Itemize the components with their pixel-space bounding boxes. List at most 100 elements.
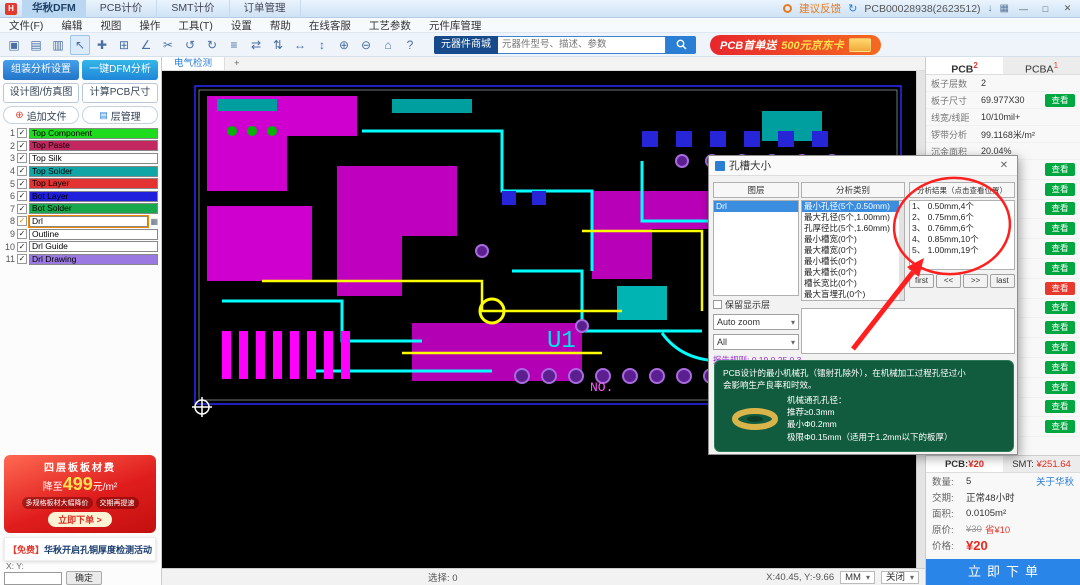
layer-row[interactable]: 6 Bot Layer (3, 190, 158, 203)
layer-visibility-checkbox[interactable] (17, 204, 27, 214)
layer-manage-button[interactable]: ▤层管理 (82, 106, 158, 124)
layer-visibility-checkbox[interactable] (17, 254, 27, 264)
place-order-button[interactable]: 立即下单 (926, 559, 1080, 585)
menu-item[interactable]: 设置 (222, 18, 261, 33)
one-key-dfm-analysis-button[interactable]: 一键DFM分析 (82, 60, 158, 80)
close-button[interactable]: ✕ (1060, 3, 1075, 14)
minimize-button[interactable]: — (1016, 4, 1031, 14)
toolbar-icon[interactable]: ≡ (224, 35, 244, 55)
toolbar-icon[interactable]: ? (400, 35, 420, 55)
activity-notice[interactable]: 【免费】华秋开启孔铜厚度检测活动 (4, 537, 156, 561)
tab-pcb-price[interactable]: PCB:¥20 (926, 456, 1003, 472)
view-button[interactable]: 查看 (1045, 341, 1075, 354)
layer-row[interactable]: 1 Top Component (3, 127, 158, 140)
tab-pcba[interactable]: PCBA1 (1003, 57, 1080, 74)
append-file-button[interactable]: ⊕追加文件 (3, 106, 79, 124)
layer-visibility-checkbox[interactable] (17, 166, 27, 176)
layer-visibility-checkbox[interactable] (17, 153, 27, 163)
menu-item[interactable]: 在线客服 (300, 18, 360, 33)
menu-item[interactable]: 帮助 (261, 18, 300, 33)
toolbar-icon[interactable]: ✂ (158, 35, 178, 55)
snap-dropdown[interactable]: 关闭 (881, 571, 919, 584)
toolbar-icon[interactable]: ⇅ (268, 35, 288, 55)
category-list-item[interactable]: 最小槽宽(0个) (802, 234, 904, 245)
pager-button[interactable]: last (990, 274, 1015, 288)
category-scrollbar[interactable] (899, 201, 904, 300)
design-sim-view-button[interactable]: 设计图/仿真图 (3, 83, 79, 103)
layer-row[interactable]: 9 Outline (3, 228, 158, 241)
download-icon[interactable]: ↓ (988, 3, 993, 14)
titlebar-nav-tab[interactable]: 订单管理 (230, 0, 301, 18)
category-list-item[interactable]: 最大孔径(5个,1.00mm) (802, 212, 904, 223)
tab-smt-price[interactable]: SMT: ¥251.64 (1003, 456, 1080, 472)
toolbar-icon[interactable]: ↻ (202, 35, 222, 55)
result-list-item[interactable]: 2、 0.75mm,6个 (910, 212, 1014, 223)
result-list-item[interactable]: 3、 0.76mm,6个 (910, 223, 1014, 234)
view-button[interactable]: 查看 (1045, 420, 1075, 433)
toolbar-icon[interactable]: ⇄ (246, 35, 266, 55)
menu-item[interactable]: 工具(T) (169, 18, 221, 33)
coordinate-input[interactable] (4, 572, 62, 585)
layer-row[interactable]: 5 Top Layer (3, 177, 158, 190)
assembly-analysis-settings-button[interactable]: 组装分析设置 (3, 60, 79, 80)
menu-item[interactable]: 编辑 (52, 18, 91, 33)
ad-order-now-button[interactable]: 立即下单 > (48, 512, 112, 527)
view-button[interactable]: 查看 (1045, 282, 1075, 295)
dialog-close-button[interactable]: ✕ (997, 160, 1011, 171)
panel-layout-icon[interactable]: ▦ (1000, 3, 1009, 14)
view-button[interactable]: 查看 (1045, 242, 1075, 255)
view-button[interactable]: 查看 (1045, 361, 1075, 374)
menu-item[interactable]: 操作 (130, 18, 169, 33)
tab-pcb[interactable]: PCB2 (926, 57, 1003, 74)
component-search-input[interactable] (498, 36, 666, 54)
layer-row[interactable]: 3 Top Silk (3, 152, 158, 165)
layer-visibility-checkbox[interactable] (17, 216, 27, 226)
menu-item[interactable]: 视图 (91, 18, 130, 33)
pager-button[interactable]: << (936, 274, 961, 288)
category-list-item[interactable]: 最小槽长(0个) (802, 256, 904, 267)
confirm-button[interactable]: 确定 (66, 571, 102, 585)
view-button[interactable]: 查看 (1045, 183, 1075, 196)
toolbar-icon[interactable]: ↖ (70, 35, 90, 55)
result-list-item[interactable]: 4、 0.85mm,10个 (910, 234, 1014, 245)
quantity-value[interactable]: 5 (966, 476, 971, 487)
category-list-item[interactable]: 孔厚径比(5个,1.60mm) (802, 223, 904, 234)
layer-row[interactable]: 4 Top Solder (3, 165, 158, 178)
search-button[interactable] (666, 36, 696, 54)
toolbar-icon[interactable]: ⊞ (114, 35, 134, 55)
toolbar-icon[interactable]: ✚ (92, 35, 112, 55)
view-button[interactable]: 查看 (1045, 262, 1075, 275)
tab-electrical-check[interactable]: 电气检测 (162, 57, 225, 70)
layer-row[interactable]: 7 Bot Solder (3, 203, 158, 216)
refresh-icon[interactable]: ↻ (848, 2, 857, 15)
about-huaqiu-link[interactable]: 关于华秋 (1036, 474, 1074, 488)
view-button[interactable]: 查看 (1045, 163, 1075, 176)
result-list-item[interactable]: 5、 1.00mm,19个 (910, 245, 1014, 256)
category-list-item[interactable]: 最大盲埋孔(0个) (802, 289, 904, 300)
titlebar-nav-tab[interactable]: SMT计价 (157, 0, 229, 18)
toolbar-icon[interactable]: ⊖ (356, 35, 376, 55)
toolbar-icon[interactable]: ▤ (26, 35, 46, 55)
layer-row[interactable]: 10 Drl Guide (3, 240, 158, 253)
titlebar-nav-tab[interactable]: PCB计价 (86, 0, 158, 18)
feedback-link[interactable]: 建议反馈 (799, 1, 841, 16)
maximize-button[interactable]: □ (1038, 4, 1053, 14)
category-list-item[interactable]: 最小孔径(5个,0.50mm) (802, 201, 904, 212)
toolbar-icon[interactable]: ∠ (136, 35, 156, 55)
unit-dropdown[interactable]: MM (840, 571, 875, 584)
pager-button[interactable]: >> (963, 274, 988, 288)
layer-visibility-checkbox[interactable] (17, 128, 27, 138)
category-list-item[interactable]: 最大槽长(0个) (802, 267, 904, 278)
add-tab-button[interactable]: + (225, 57, 249, 70)
menu-item[interactable]: 元件库管理 (420, 18, 491, 33)
view-button[interactable]: 查看 (1045, 400, 1075, 413)
menu-item[interactable]: 文件(F) (0, 18, 52, 33)
layer-row[interactable]: 11 Drl Drawing (3, 253, 158, 266)
toolbar-icon[interactable]: ↕ (312, 35, 332, 55)
toolbar-icon[interactable]: ↔ (290, 35, 310, 55)
layer-visibility-checkbox[interactable] (17, 191, 27, 201)
layer-visibility-checkbox[interactable] (17, 179, 27, 189)
toolbar-icon[interactable]: ⌂ (378, 35, 398, 55)
view-button[interactable]: 查看 (1045, 301, 1075, 314)
toolbar-icon[interactable]: ⊕ (334, 35, 354, 55)
